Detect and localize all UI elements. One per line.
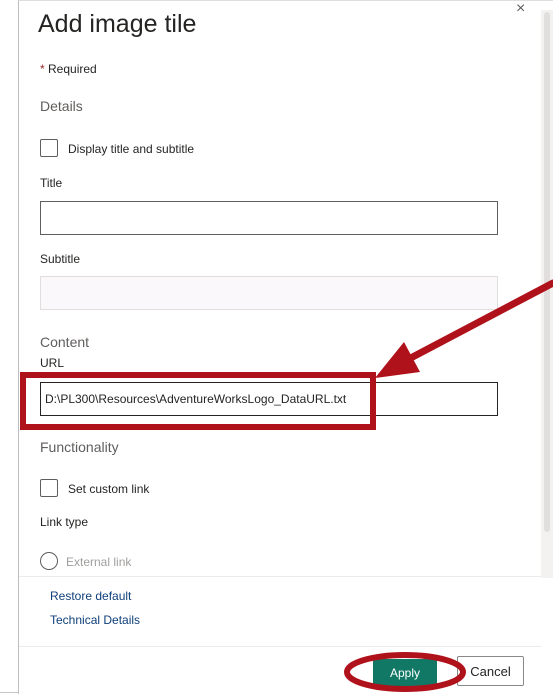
annotation-overlay — [20, 279, 553, 692]
apply-highlight-ellipse — [344, 652, 466, 692]
url-highlight-box — [20, 372, 376, 430]
arrow-annotation-icon — [375, 279, 553, 378]
